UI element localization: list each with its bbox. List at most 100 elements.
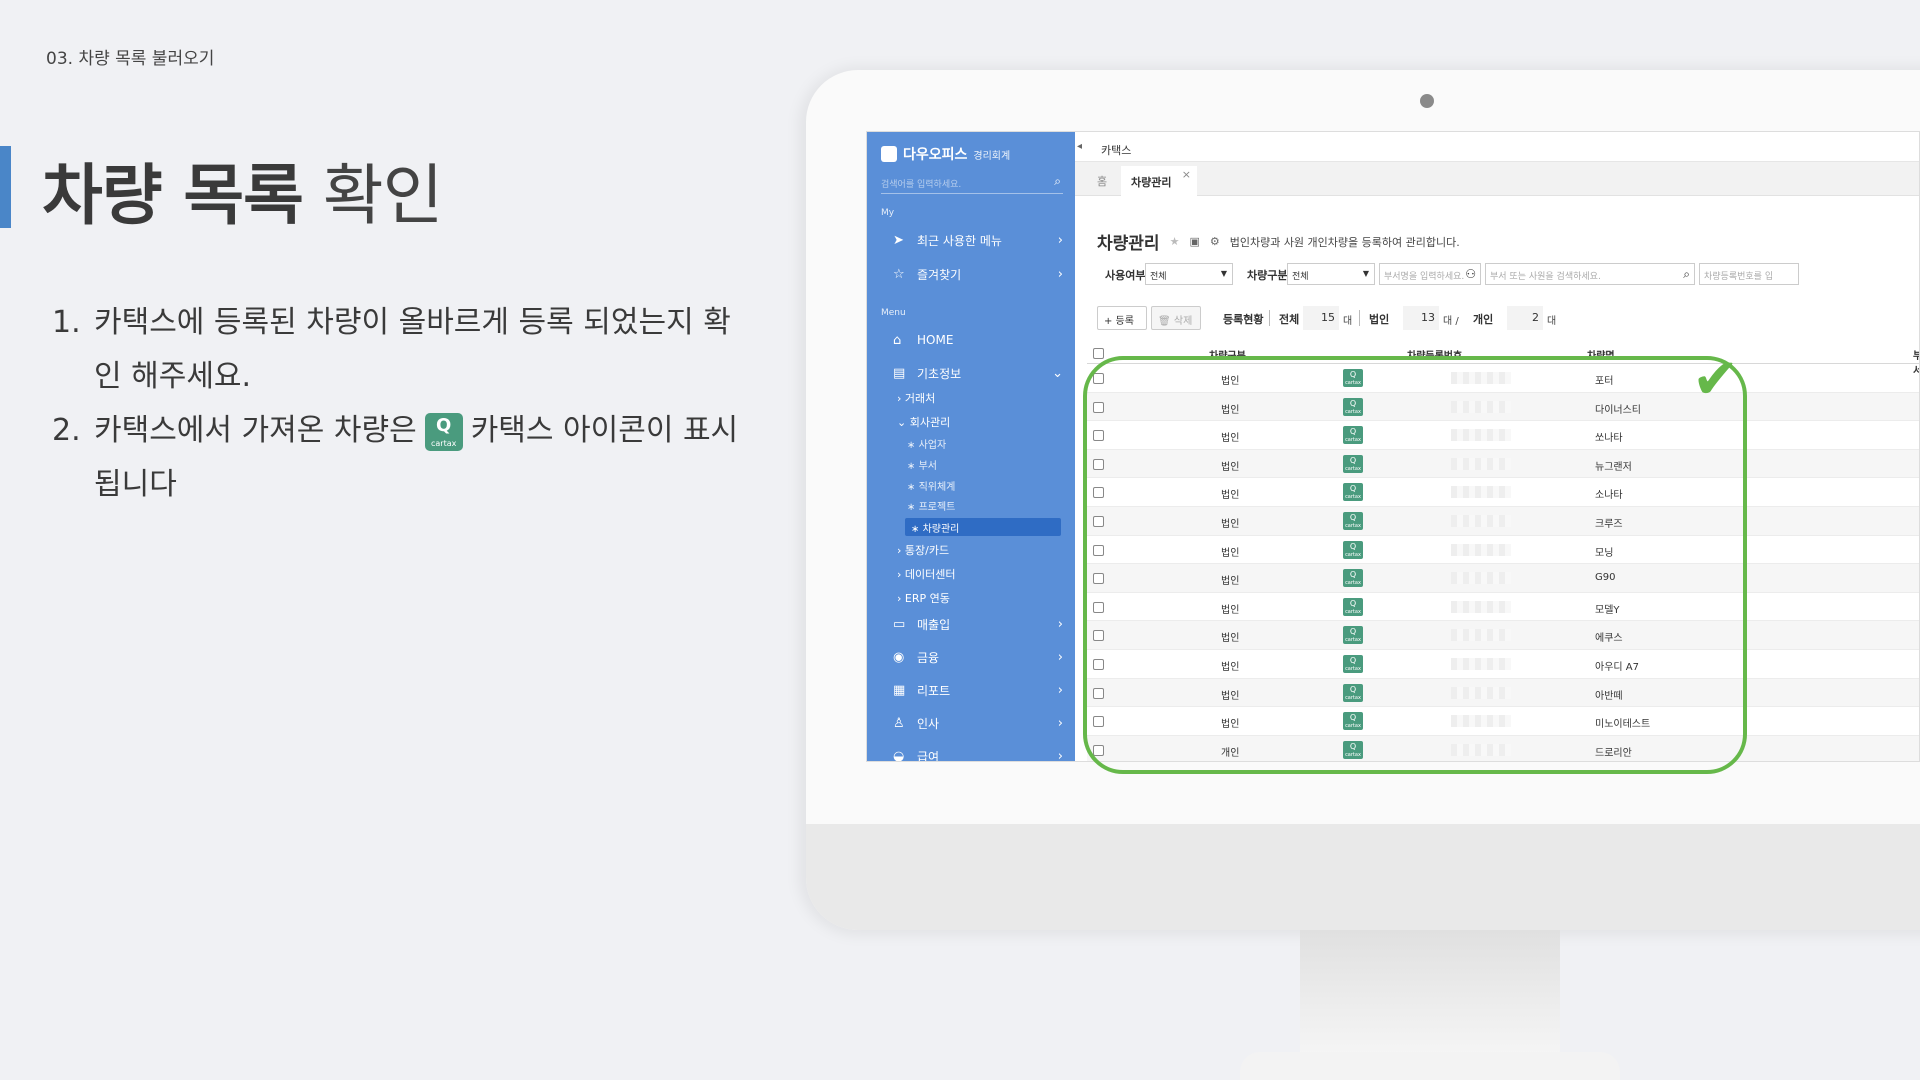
- steps-list: 1. 카택스에 등록된 차량이 올바르게 등록 되었는지 확인 해주세요. 2.…: [52, 296, 752, 512]
- chevron-down-icon: ⌄: [1052, 365, 1063, 381]
- menu-label: Menu: [881, 308, 906, 318]
- add-button[interactable]: + 등록: [1097, 306, 1147, 330]
- type-select[interactable]: 전체 ▼: [1287, 263, 1375, 285]
- monitor-stand-base: [1240, 1052, 1620, 1080]
- slide-section: 03. 차량 목록 불러오기: [46, 49, 215, 69]
- coin-icon: ◉: [893, 649, 905, 665]
- chevron-right-icon: ›: [1057, 649, 1063, 665]
- collapse-sidebar-icon[interactable]: ◂: [1077, 141, 1082, 152]
- usage-label: 사용여부: [1105, 269, 1146, 282]
- personal-count: 2: [1507, 306, 1543, 330]
- chevron-right-icon: ›: [1057, 682, 1063, 698]
- sidebar-item-label: 급여: [917, 749, 940, 762]
- total-count: 15: [1303, 306, 1339, 330]
- step-2-body: 카택스에서 가져온 차량은 Qcartax 카택스 아이콘이 표시 됩니다: [94, 404, 752, 512]
- chevron-right-icon: ›: [1057, 748, 1063, 762]
- star-icon[interactable]: ★: [1170, 235, 1180, 248]
- search-icon[interactable]: ⌕: [1054, 174, 1061, 189]
- chevron-right-icon: ›: [1057, 616, 1063, 632]
- step-1-text: 카택스에 등록된 차량이 올바르게 등록 되었는지 확인 해주세요.: [94, 305, 731, 394]
- sidebar-item-label: 리포트: [917, 683, 951, 698]
- camera-icon: [1420, 94, 1434, 108]
- sidebar-item-finance[interactable]: ◉ 금융 ›: [893, 645, 1063, 669]
- tabs-bar: 홈 차량관리 ×: [1075, 162, 1919, 196]
- tab-vehicle-label: 차량관리: [1131, 176, 1172, 189]
- chevron-right-icon: ›: [1057, 266, 1063, 282]
- tab-home[interactable]: 홈: [1097, 173, 1107, 189]
- chevron-down-icon: ▼: [1362, 269, 1369, 278]
- sidebar-item-hr[interactable]: ♙ 인사 ›: [893, 711, 1063, 735]
- sidebar-item-label: HOME: [917, 333, 954, 347]
- sidebar-subsub-position[interactable]: ∗ 직위체계: [907, 478, 955, 493]
- step-1-number: 1.: [52, 305, 81, 340]
- usage-select[interactable]: 전체 ▼: [1145, 263, 1233, 285]
- filter-bar: 사용여부 전체 ▼ 차량구분 전체 ▼ 부서명을 입력하세요. ⚇ 부서 또는 사원을…: [1097, 263, 1919, 285]
- sidebar-search-placeholder: 검색어를 입력하세요.: [881, 180, 962, 190]
- search-icon[interactable]: ⌕: [1683, 267, 1690, 282]
- sidebar-item-label: 인사: [917, 716, 940, 731]
- step-2: 2. 카택스에서 가져온 차량은 Qcartax 카택스 아이콘이 표시 됩니다: [52, 404, 752, 512]
- close-icon[interactable]: ×: [1182, 168, 1191, 181]
- sidebar-sub-company[interactable]: ⌄ 회사관리: [897, 414, 950, 430]
- status-label: 등록현황: [1223, 313, 1264, 326]
- sidebar-sub-erp[interactable]: › ERP 연동: [897, 590, 950, 606]
- brand-logo[interactable]: 다우오피스 경리회계: [881, 144, 1010, 164]
- divider: [1269, 310, 1270, 326]
- sidebar-sub-partner[interactable]: › 거래처: [897, 390, 935, 406]
- sidebar-item-label: 매출입: [917, 617, 951, 632]
- topbar-title: 카택스: [1101, 144, 1132, 157]
- corp-unit: 대 /: [1443, 316, 1459, 327]
- sidebar-subsub-business[interactable]: ∗ 사업자: [907, 436, 946, 451]
- page-header: 차량관리 ★ ▣ ⚙ 법인차량과 사원 개인차량을 등록하여 관리합니다.: [1097, 229, 1460, 254]
- dept-input[interactable]: 부서명을 입력하세요. ⚇: [1379, 263, 1481, 285]
- sidebar-sub-bank[interactable]: › 통장/카드: [897, 542, 949, 558]
- gear-icon[interactable]: ⚙: [1210, 235, 1220, 248]
- sidebar-subsub-dept[interactable]: ∗ 부서: [907, 457, 937, 472]
- sidebar-sub-datacenter[interactable]: › 데이터센터: [897, 566, 956, 582]
- sidebar-item-label: 즐겨찾기: [917, 267, 962, 282]
- delete-button[interactable]: 🗑 삭제: [1151, 306, 1201, 330]
- chevron-right-icon: ›: [1057, 715, 1063, 731]
- total-unit: 대: [1343, 316, 1353, 327]
- sidebar-item-favorites[interactable]: ☆ 즐겨찾기 ›: [893, 262, 1063, 286]
- page-description: 법인차량과 사원 개인차량을 등록하여 관리합니다.: [1229, 235, 1460, 249]
- corp-label: 법인: [1369, 313, 1390, 326]
- personal-unit: 대: [1547, 316, 1557, 327]
- sidebar-subsub-project[interactable]: ∗ 프로젝트: [907, 498, 955, 513]
- highlight-outline: [1083, 356, 1747, 774]
- sidebar-subsub-vehicle[interactable]: ∗ 차량관리: [905, 518, 1061, 536]
- toolbar: + 등록 🗑 삭제 등록현황 전체 15 대 법인 13 대 / 개인 2 대: [1097, 306, 1919, 330]
- title-strong: 차량 목록: [42, 157, 304, 234]
- sidebar-item-basic[interactable]: ▤ 기초정보 ⌄: [893, 361, 1063, 385]
- card-icon: ▭: [893, 616, 906, 632]
- sidebar-item-sales[interactable]: ▭ 매출입 ›: [893, 612, 1063, 636]
- org-chart-icon[interactable]: ⚇: [1465, 267, 1476, 281]
- personal-label: 개인: [1473, 313, 1494, 326]
- sidebar: 다우오피스 경리회계 검색어를 입력하세요. ⌕ My ➤ 최근 사용한 메뉴 › …: [867, 132, 1075, 761]
- document-icon: ▤: [893, 365, 906, 381]
- corp-count: 13: [1403, 306, 1439, 330]
- top-bar: ◂ 카택스: [1075, 132, 1919, 162]
- title-light: 확인: [322, 157, 443, 234]
- person-search-input[interactable]: 부서 또는 사원을 검색하세요. ⌕: [1485, 263, 1695, 285]
- sidebar-item-payroll[interactable]: ◒ 급여 ›: [893, 744, 1063, 762]
- total-label: 전체: [1279, 313, 1300, 326]
- trash-icon: 🗑: [1158, 316, 1171, 327]
- sidebar-item-home[interactable]: ⌂ HOME: [893, 328, 1063, 352]
- check-icon: ✔: [1692, 347, 1739, 412]
- step-1: 1. 카택스에 등록된 차량이 올바르게 등록 되었는지 확인 해주세요.: [52, 296, 752, 404]
- sidebar-item-recent[interactable]: ➤ 최근 사용한 메뉴 ›: [893, 228, 1063, 252]
- page-title: 차량관리: [1097, 234, 1160, 254]
- sidebar-item-label: 금융: [917, 650, 940, 665]
- sidebar-search-input[interactable]: 검색어를 입력하세요. ⌕: [881, 172, 1063, 194]
- step-2-text-before: 카택스에서 가져온 차량은: [94, 413, 417, 448]
- people-icon: ♙: [893, 715, 905, 731]
- home-icon: ⌂: [893, 332, 902, 348]
- chevron-down-icon: ▼: [1220, 269, 1227, 278]
- tab-vehicle[interactable]: 차량관리 ×: [1121, 166, 1197, 196]
- plate-input[interactable]: 차량등록번호를 입: [1699, 263, 1799, 285]
- select-all-checkbox[interactable]: [1093, 348, 1104, 359]
- sidebar-item-report[interactable]: ▦ 리포트 ›: [893, 678, 1063, 702]
- wallet-icon: ◒: [893, 748, 905, 762]
- manual-icon[interactable]: ▣: [1189, 235, 1199, 248]
